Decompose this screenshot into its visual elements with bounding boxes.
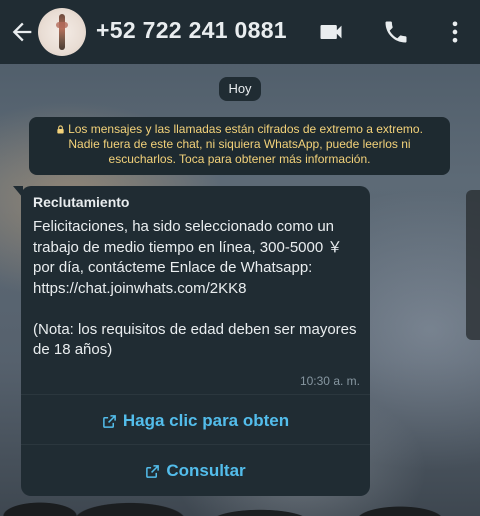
avatar-figure bbox=[59, 14, 65, 50]
message-time: 10:30 a. m. bbox=[299, 374, 360, 388]
divider bbox=[21, 394, 370, 395]
message-bubble[interactable]: Reclutamiento Felicitaciones, ha sido se… bbox=[13, 186, 370, 496]
chat-header: +52 722 241 0881 bbox=[0, 0, 480, 64]
message-sender: Reclutamiento bbox=[33, 194, 130, 210]
date-pill: Hoy bbox=[219, 77, 261, 101]
cta-button-consult-label: Consultar bbox=[166, 461, 246, 480]
lock-icon bbox=[57, 125, 64, 134]
wallpaper-tree-edge bbox=[466, 190, 480, 340]
back-arrow-icon[interactable] bbox=[8, 18, 36, 46]
cta-button-obtain-label: Haga clic para obten bbox=[122, 411, 290, 430]
message-text: Felicitaciones, ha sido seleccionado com… bbox=[33, 218, 357, 358]
cta-button-consult[interactable]: Consultar bbox=[21, 451, 370, 491]
encryption-notice-text: Los mensajes y las llamadas están cifrad… bbox=[68, 122, 423, 166]
cta-button-obtain[interactable]: Haga clic para obten bbox=[21, 401, 370, 441]
encryption-notice[interactable]: Los mensajes y las llamadas están cifrad… bbox=[29, 117, 450, 175]
more-options-icon[interactable] bbox=[440, 18, 470, 46]
avatar-figure-detail bbox=[56, 22, 68, 28]
contact-name[interactable]: +52 722 241 0881 bbox=[96, 17, 287, 44]
bubble-tail bbox=[13, 186, 23, 198]
external-link-icon bbox=[102, 414, 116, 428]
video-call-icon[interactable] bbox=[316, 18, 346, 46]
phone-icon[interactable] bbox=[381, 18, 411, 46]
external-link-icon bbox=[146, 464, 160, 478]
avatar[interactable] bbox=[38, 8, 86, 56]
divider bbox=[21, 444, 370, 445]
